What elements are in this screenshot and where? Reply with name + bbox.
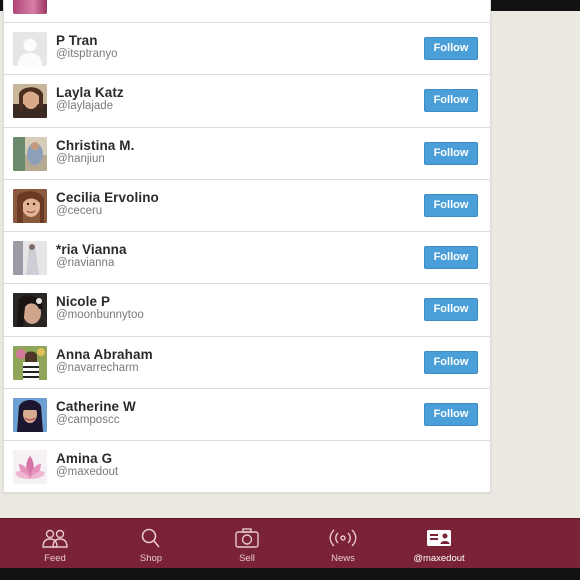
user-name[interactable]: Catherine W [56, 399, 136, 414]
avatar[interactable] [13, 450, 47, 485]
list-item[interactable]: Nicole P @moonbunnytoo Follow [4, 284, 490, 337]
avatar [13, 0, 47, 14]
avatar[interactable] [13, 32, 47, 66]
user-name[interactable]: Layla Katz [56, 85, 124, 100]
user-name[interactable]: Amina G [56, 451, 112, 466]
tab-feed[interactable]: Feed [7, 519, 103, 569]
avatar[interactable] [13, 84, 47, 119]
previous-list-item[interactable] [4, 0, 490, 23]
avatar-photo [13, 136, 47, 171]
avatar[interactable] [13, 136, 47, 171]
following-list-panel: P Tran @itsptranyo Follow Layla Katz @la… [3, 0, 491, 493]
user-handle: @camposcc [56, 414, 120, 427]
list-item[interactable]: P Tran @itsptranyo Follow [4, 23, 490, 76]
user-name[interactable]: Anna Abraham [56, 347, 153, 362]
avatar-photo [13, 84, 47, 119]
user-list: P Tran @itsptranyo Follow Layla Katz @la… [4, 23, 490, 492]
list-item[interactable]: Amina G @maxedout [4, 441, 490, 492]
avatar-photo [13, 345, 47, 380]
user-name[interactable]: P Tran [56, 33, 98, 48]
follow-button[interactable]: Follow [424, 298, 478, 322]
avatar[interactable] [13, 293, 47, 328]
tab-label: @maxedout [413, 553, 465, 564]
avatar[interactable] [13, 188, 47, 223]
user-name[interactable]: Nicole P [56, 294, 110, 309]
follow-button[interactable]: Follow [424, 89, 478, 113]
user-handle: @maxedout [56, 466, 119, 479]
tab-sell[interactable]: Sell [199, 519, 295, 569]
user-handle: @navarrecharm [56, 361, 139, 374]
list-item[interactable]: Catherine W @camposcc Follow [4, 389, 490, 442]
list-item[interactable]: *ria Vianna @riavianna Follow [4, 232, 490, 285]
search-icon [136, 527, 166, 549]
default-avatar-icon [13, 32, 47, 66]
avatar-photo [13, 293, 47, 328]
tab-label: Sell [239, 553, 255, 564]
avatar-photo [13, 241, 47, 276]
camera-icon [232, 527, 262, 549]
follow-button[interactable]: Follow [424, 350, 478, 374]
list-item[interactable]: Layla Katz @laylajade Follow [4, 75, 490, 128]
list-item[interactable]: Cecilia Ervolino @ceceru Follow [4, 180, 490, 233]
avatar[interactable] [13, 345, 47, 380]
broadcast-icon [328, 527, 358, 549]
avatar[interactable] [13, 398, 47, 433]
user-name[interactable]: Cecilia Ervolino [56, 190, 159, 205]
tab-label: Feed [44, 553, 66, 564]
tab-profile[interactable]: @maxedout [391, 519, 487, 569]
avatar[interactable] [13, 241, 47, 276]
user-handle: @moonbunnytoo [56, 309, 144, 322]
follow-button[interactable]: Follow [424, 403, 478, 427]
user-handle: @itsptranyo [56, 48, 118, 60]
tab-label: Shop [139, 553, 163, 564]
avatar-photo [13, 398, 47, 433]
tab-label: News [331, 553, 355, 564]
follow-button[interactable]: Follow [424, 246, 478, 270]
follow-button[interactable]: Follow [424, 37, 478, 60]
user-name[interactable]: *ria Vianna [56, 242, 127, 257]
profile-card-icon [424, 527, 454, 549]
lotus-avatar-photo [13, 450, 47, 485]
people-icon [40, 527, 70, 549]
bottom-tab-bar: Feed Shop Sell News @maxedout [0, 518, 580, 568]
bottom-screen-edge [0, 568, 580, 580]
user-handle: @riavianna [56, 257, 115, 270]
user-name[interactable]: Christina M. [56, 138, 134, 153]
list-item[interactable]: Christina M. @hanjiun Follow [4, 128, 490, 180]
user-handle: @hanjiun [56, 152, 105, 165]
tab-news[interactable]: News [295, 519, 391, 569]
user-handle: @ceceru [56, 204, 103, 217]
follow-button[interactable]: Follow [424, 141, 478, 165]
user-handle: @laylajade [56, 100, 114, 113]
list-item[interactable]: Anna Abraham @navarrecharm Follow [4, 337, 490, 390]
tab-shop[interactable]: Shop [103, 519, 199, 569]
follow-button[interactable]: Follow [424, 193, 478, 217]
avatar-photo [13, 188, 47, 223]
